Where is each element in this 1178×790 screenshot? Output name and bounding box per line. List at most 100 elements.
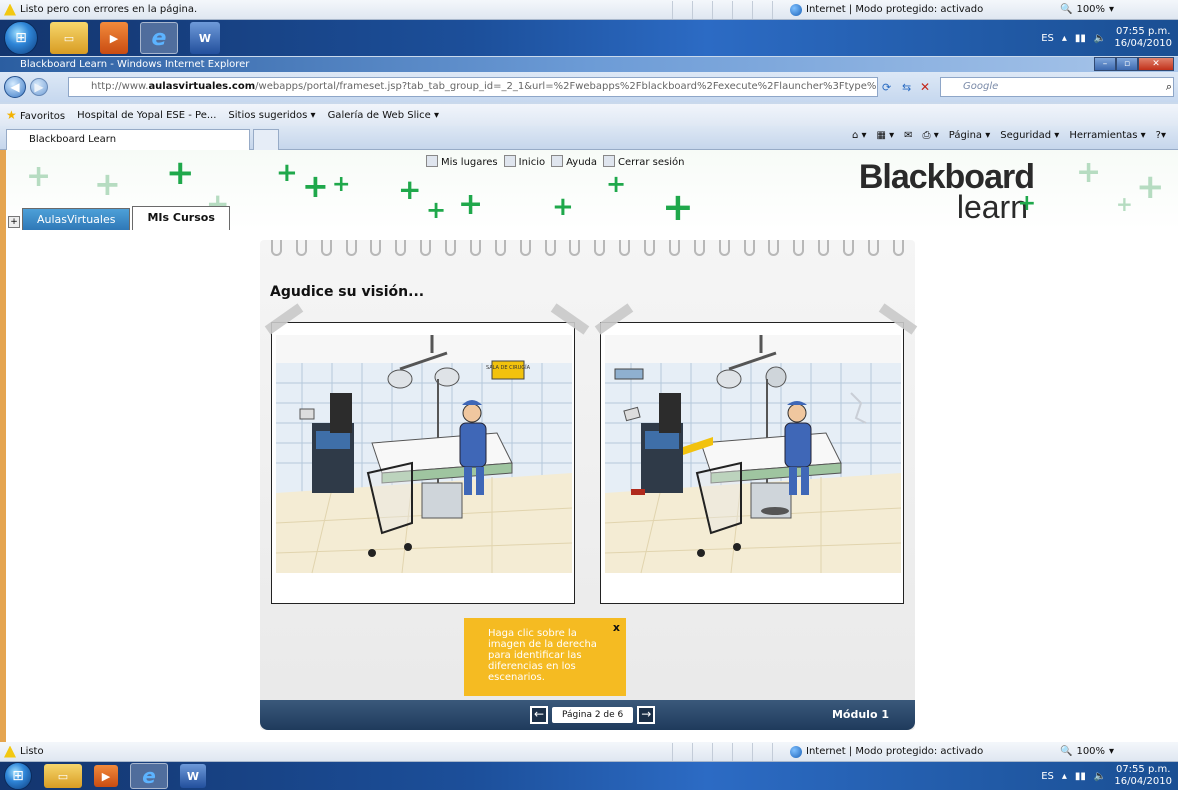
favorite-item[interactable]: Galería de Web Slice ▾ [328,110,439,121]
system-tray: ES ▴ ▮▮ 🔈 07:55 p.m. 16/04/2010 [1041,764,1172,788]
home-icon [503,155,516,167]
word-icon[interactable]: W [190,22,220,54]
next-page-button[interactable]: → [637,706,656,724]
favorite-item[interactable]: Hospital de Yopal ESE - Pe... [77,110,216,121]
top-links: Mis lugares Inicio Ayuda Cerrar sesión [426,155,684,168]
course-tabs: + AulasVirtuales MIs Cursos [6,205,230,230]
star-icon: ★ [6,108,17,122]
warning-icon[interactable] [4,745,16,758]
favorites-button[interactable]: ★ Favoritos [6,108,65,122]
security-zone[interactable]: Internet | Modo protegido: activado [790,3,983,16]
mis-lugares-link[interactable]: Mis lugares [426,155,498,168]
stop-icon[interactable]: ✕ [920,80,930,94]
clock[interactable]: 07:55 p.m. 16/04/2010 [1114,764,1172,788]
pager: ← Página 2 de 6 → [530,706,656,724]
places-icon [426,155,438,167]
ayuda-link[interactable]: Ayuda [551,155,597,168]
globe-icon [790,745,802,758]
refresh-icon[interactable]: ⟳ [882,81,891,94]
navigation-bar: ◀ ▶ http://www.aulasvirtuales.com/webapp… [0,72,1178,102]
tab-mis-cursos[interactable]: MIs Cursos [132,206,230,230]
mail-icon[interactable]: ✉ [904,130,912,141]
previous-page-button[interactable]: ← [530,706,548,724]
notebook-rings [260,240,915,258]
help-icon[interactable]: ?▾ [1156,130,1166,141]
command-bar: ⌂ ▾ ▦ ▾ ✉ ⎙ ▾ Página ▾ Seguridad ▾ Herra… [852,130,1166,141]
tab-blackboard-learn[interactable]: Blackboard Learn [6,129,250,150]
clock[interactable]: 07:55 p.m. 16/04/2010 [1114,26,1172,50]
media-player-icon[interactable]: ▶ [100,22,128,54]
window-title-bar: Blackboard Learn - Windows Internet Expl… [0,57,1178,72]
search-icon[interactable]: ⌕ [1166,80,1172,94]
start-button[interactable]: ⊞ [4,762,32,790]
instruction-note: x Haga clic sobre la imagen de la derech… [464,618,626,696]
internet-explorer-icon[interactable]: e [140,22,178,54]
favorite-item[interactable]: Sitios sugeridos ▾ [228,110,315,121]
security-zone[interactable]: Internet | Modo protegido: activado [790,745,983,758]
minimize-button[interactable]: – [1094,57,1116,71]
window-title: Blackboard Learn - Windows Internet Expl… [20,59,250,70]
forward-button[interactable]: ▶ [30,78,48,96]
favorites-bar: ★ Favoritos Hospital de Yopal ESE - Pe..… [0,104,1178,126]
system-tray: ES ▴ ▮▮ 🔈 07:55 p.m. 16/04/2010 [1041,26,1172,50]
help-icon [551,155,564,167]
search-input[interactable]: Google [940,77,1174,97]
status-text: Listo [20,746,44,757]
compat-view-icon[interactable]: ⇆ [902,81,911,94]
expand-icon[interactable]: + [8,216,20,228]
zoom-control[interactable]: 🔍 100% ▾ [1060,746,1114,757]
operating-room-image-right[interactable] [600,322,904,604]
tray-arrow-icon[interactable]: ▴ [1062,771,1067,782]
instruction-text: Haga clic sobre la imagen de la derecha … [488,628,597,683]
operating-room-illustration-differences[interactable] [601,323,904,604]
home-icon[interactable]: ⌂ ▾ [852,130,867,141]
folder-icon[interactable]: ▭ [44,764,82,788]
address-bar[interactable]: http://www.aulasvirtuales.com/webapps/po… [68,77,878,97]
activity-module: Agudice su visión... SALA DE CIRUGÍA x H… [260,240,918,730]
operating-room-image-left: SALA DE CIRUGÍA [271,322,575,604]
globe-icon [790,3,802,16]
magnifier-icon: 🔍 [1060,746,1073,757]
menu-seguridad[interactable]: Seguridad ▾ [1000,130,1059,141]
module-title: Agudice su visión... [270,284,425,300]
network-icon[interactable]: ▮▮ [1075,33,1086,44]
folder-icon[interactable]: ▭ [50,22,88,54]
tray-arrow-icon[interactable]: ▴ [1062,33,1067,44]
back-button[interactable]: ◀ [4,76,26,98]
top-status-bar: Listo pero con errores en la página. Int… [0,0,1178,20]
close-window-button[interactable]: ✕ [1138,57,1174,71]
inicio-link[interactable]: Inicio [503,155,545,168]
close-note-button[interactable]: x [613,622,620,633]
blackboard-header: + + + + + + + + + + + + + + + + Mis luga… [6,150,1178,230]
module-footer: ← Página 2 de 6 → Módulo 1 [260,700,915,730]
internet-explorer-icon[interactable]: e [130,763,168,789]
module-label: Módulo 1 [831,708,889,721]
restore-button[interactable]: ▫ [1116,57,1138,71]
start-button[interactable]: ⊞ [4,21,38,55]
taskbar-top: ⊞ ▭ ▶ e W ES ▴ ▮▮ 🔈 07:55 p.m. 16/04/201… [0,20,1178,56]
page-content: + + + + + + + + + + + + + + + + Mis luga… [6,150,1178,742]
cerrar-sesion-link[interactable]: Cerrar sesión [603,155,684,168]
tab-aulasvirtuales[interactable]: AulasVirtuales [22,208,131,230]
volume-icon[interactable]: 🔈 [1094,33,1106,44]
feeds-icon[interactable]: ▦ ▾ [876,130,894,141]
svg-text:SALA DE CIRUGÍA: SALA DE CIRUGÍA [486,364,531,371]
word-icon[interactable]: W [180,764,206,788]
menu-herramientas[interactable]: Herramientas ▾ [1069,130,1145,141]
volume-icon[interactable]: 🔈 [1094,771,1106,782]
status-text: Listo pero con errores en la página. [20,4,198,15]
magnifier-icon: 🔍 [1060,4,1073,15]
network-icon[interactable]: ▮▮ [1075,771,1086,782]
print-icon[interactable]: ⎙ ▾ [923,130,939,141]
logout-icon [603,155,616,167]
page-indicator: Página 2 de 6 [552,707,634,723]
warning-icon[interactable] [4,3,16,16]
new-tab-button[interactable] [253,129,279,150]
zoom-control[interactable]: 🔍 100% ▾ [1060,4,1114,15]
tab-row: Blackboard Learn ⌂ ▾ ▦ ▾ ✉ ⎙ ▾ Página ▾ … [0,126,1178,150]
menu-pagina[interactable]: Página ▾ [949,130,991,141]
taskbar-bottom: ⊞ ▭ ▶ e W ES ▴ ▮▮ 🔈 07:55 p.m. 16/04/201… [0,762,1178,790]
operating-room-illustration: SALA DE CIRUGÍA [275,335,573,574]
media-player-icon[interactable]: ▶ [94,765,118,787]
bottom-status-bar: Listo Internet | Modo protegido: activad… [0,742,1178,762]
